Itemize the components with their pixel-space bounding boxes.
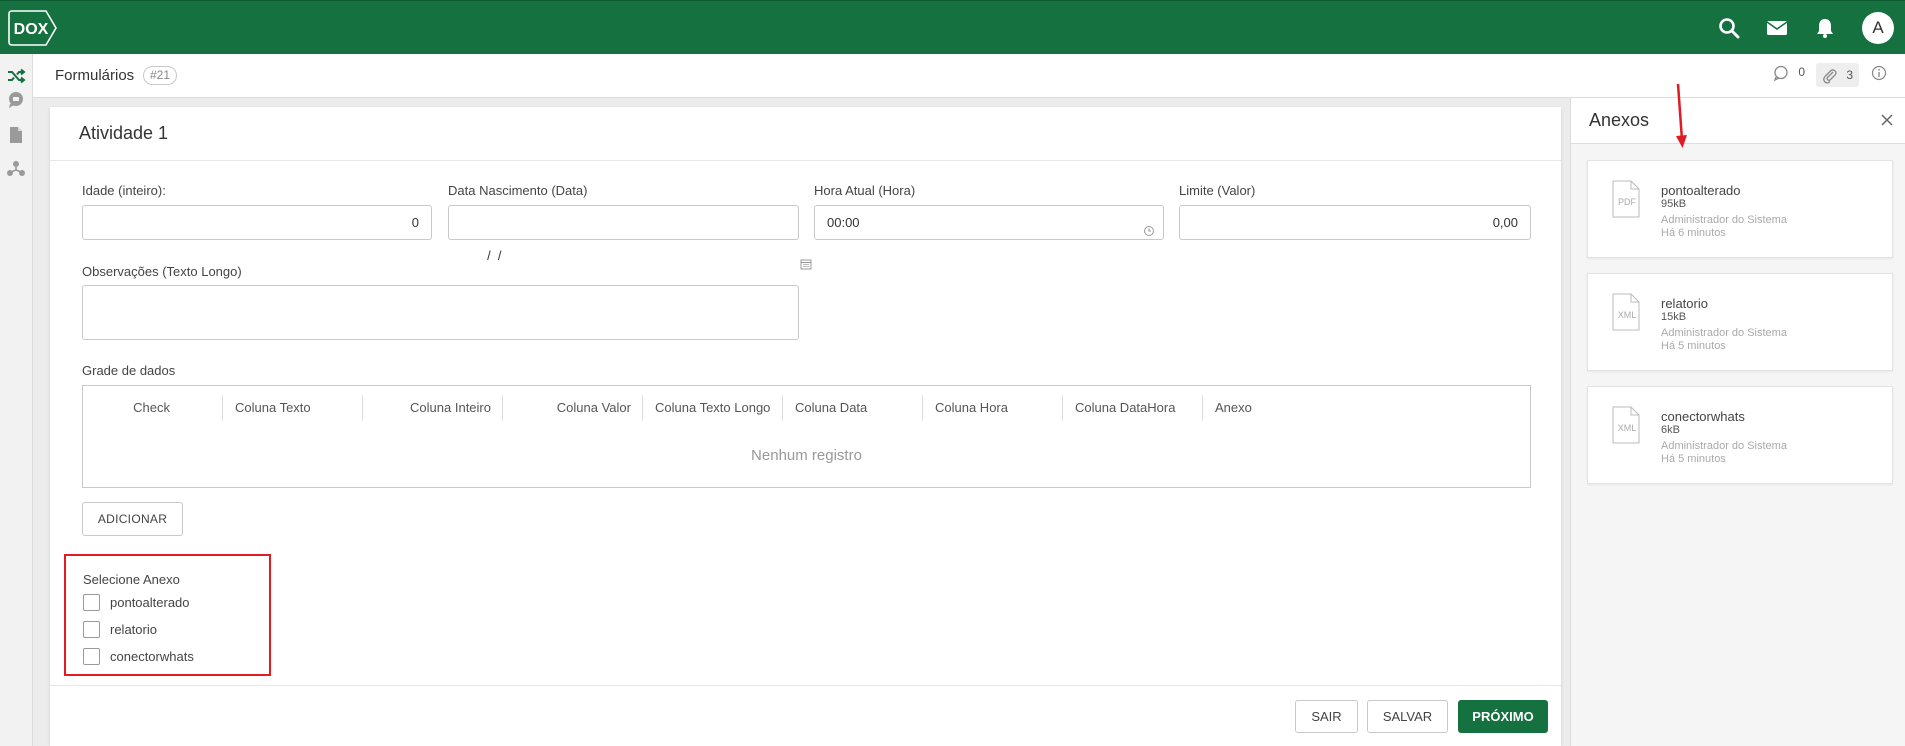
svg-text:XML: XML [1618,310,1637,320]
data-nascimento-input[interactable]: / / [448,205,812,270]
limite-label: Limite (Valor) [1179,183,1256,198]
idade-label: Idade (inteiro): [82,183,166,198]
save-button[interactable]: SALVAR [1367,700,1448,733]
paperclip-icon [1823,69,1837,84]
checkbox[interactable] [83,648,100,665]
file-icon: XML [1612,293,1640,331]
grid-column-header[interactable]: Coluna Data [783,395,923,421]
attachments-count: 3 [1846,68,1854,82]
comments-count: 0 [1798,65,1806,80]
grid-label: Grade de dados [82,363,176,378]
exit-button[interactable]: SAIR [1295,700,1358,733]
divider [50,160,1561,161]
annotation-arrow [1670,82,1690,152]
next-button[interactable]: PRÓXIMO [1458,700,1548,733]
process-number-badge: #21 [143,66,178,85]
form-card: Atividade 1 Idade (inteiro): 0 Data Nasc… [50,107,1561,746]
attachment-option-label: relatorio [110,622,157,637]
checkbox[interactable] [83,621,100,638]
attachment-owner: Administrador do Sistema [1661,214,1787,226]
network-icon[interactable] [6,159,26,179]
attachment-card[interactable]: XML conectorwhats 6kB Administrador do S… [1587,386,1893,484]
info-icon[interactable] [1871,65,1887,87]
user-avatar[interactable]: A [1862,12,1894,44]
attachment-card[interactable]: PDF pontoalterado 95kB Administrador do … [1587,160,1893,258]
grid-empty-message: Nenhum registro [751,447,862,464]
select-attachment-group: Selecione Anexo pontoalterado relatorio … [64,554,271,676]
data-nascimento-label: Data Nascimento (Data) [448,183,588,198]
attachment-size: 95kB [1661,198,1687,210]
hora-atual-value: 00:00 [827,215,860,230]
grid-column-header[interactable]: Coluna Valor [503,395,643,421]
attachment-name: pontoalterado [1661,183,1741,198]
attachment-name: conectorwhats [1661,409,1745,424]
top-bar: DOX A [0,0,1905,54]
svg-text:DOX: DOX [14,21,49,38]
hora-atual-input[interactable]: 00:00 [814,205,1164,240]
grid-column-header[interactable]: Coluna Texto Longo [643,395,783,421]
sub-header: Formulários #21 0 3 [33,54,1905,98]
limite-input[interactable]: 0,00 [1179,205,1531,240]
attachment-option-label: conectorwhats [110,649,194,664]
comments-button[interactable]: 0 [1773,65,1805,87]
page-title: Formulários [55,67,135,84]
document-icon[interactable] [6,125,26,145]
shuffle-icon[interactable] [6,66,26,86]
limite-value: 0,00 [1492,215,1518,230]
attachment-owner: Administrador do Sistema [1661,440,1787,452]
svg-text:XML: XML [1618,423,1637,433]
svg-text:PDF: PDF [1618,197,1637,207]
attachment-time: Há 5 minutos [1661,340,1726,352]
hora-atual-label: Hora Atual (Hora) [814,183,916,198]
attachments-panel: Anexos PDF pontoalterado 95kB Administra… [1570,98,1905,746]
grid-column-header[interactable]: Anexo [1203,395,1343,421]
idade-value: 0 [411,215,419,230]
grid-column-header[interactable]: Coluna Hora [923,395,1063,421]
attachment-time: Há 6 minutos [1661,227,1726,239]
close-icon[interactable] [1880,113,1894,127]
attachments-panel-title: Anexos [1589,110,1650,130]
footer-divider [50,685,1561,686]
attachment-size: 15kB [1661,311,1687,323]
attachment-option-label: pontoalterado [110,595,190,610]
attachment-name: relatorio [1661,296,1708,311]
select-attachment-title: Selecione Anexo [83,572,180,587]
left-rail [0,54,33,746]
clock-icon[interactable] [1143,216,1155,236]
attachment-size: 6kB [1661,424,1680,436]
bell-icon[interactable] [1814,17,1836,39]
calendar-icon[interactable] [778,216,812,270]
observacoes-label: Observações (Texto Longo) [82,264,242,279]
grid-column-header[interactable]: Check [83,395,223,421]
observacoes-textarea[interactable] [82,285,799,340]
attachment-card[interactable]: XML relatorio 15kB Administrador do Sist… [1587,273,1893,371]
mail-icon[interactable] [1766,17,1788,39]
checkbox[interactable] [83,594,100,611]
grid-column-header[interactable]: Coluna DataHora [1063,395,1203,421]
file-icon: XML [1612,406,1640,444]
idade-input[interactable]: 0 [82,205,432,240]
grid-column-header[interactable]: Coluna Inteiro [363,395,503,421]
add-row-button[interactable]: ADICIONAR [82,502,183,536]
chat-icon[interactable] [6,90,26,110]
grid-column-header[interactable]: Coluna Texto [223,395,363,421]
data-nascimento-value: / / [483,248,502,263]
comment-icon [1773,65,1788,82]
attachments-panel-header: Anexos [1571,98,1905,144]
attachment-owner: Administrador do Sistema [1661,327,1787,339]
form-title: Atividade 1 [79,123,169,143]
attachment-time: Há 5 minutos [1661,453,1726,465]
data-grid: Check Coluna Texto Coluna Inteiro Coluna… [82,385,1531,488]
dox-logo[interactable]: DOX [8,10,58,46]
search-icon[interactable] [1718,17,1740,39]
file-icon: PDF [1612,180,1640,218]
attachments-button[interactable]: 3 [1816,63,1860,87]
